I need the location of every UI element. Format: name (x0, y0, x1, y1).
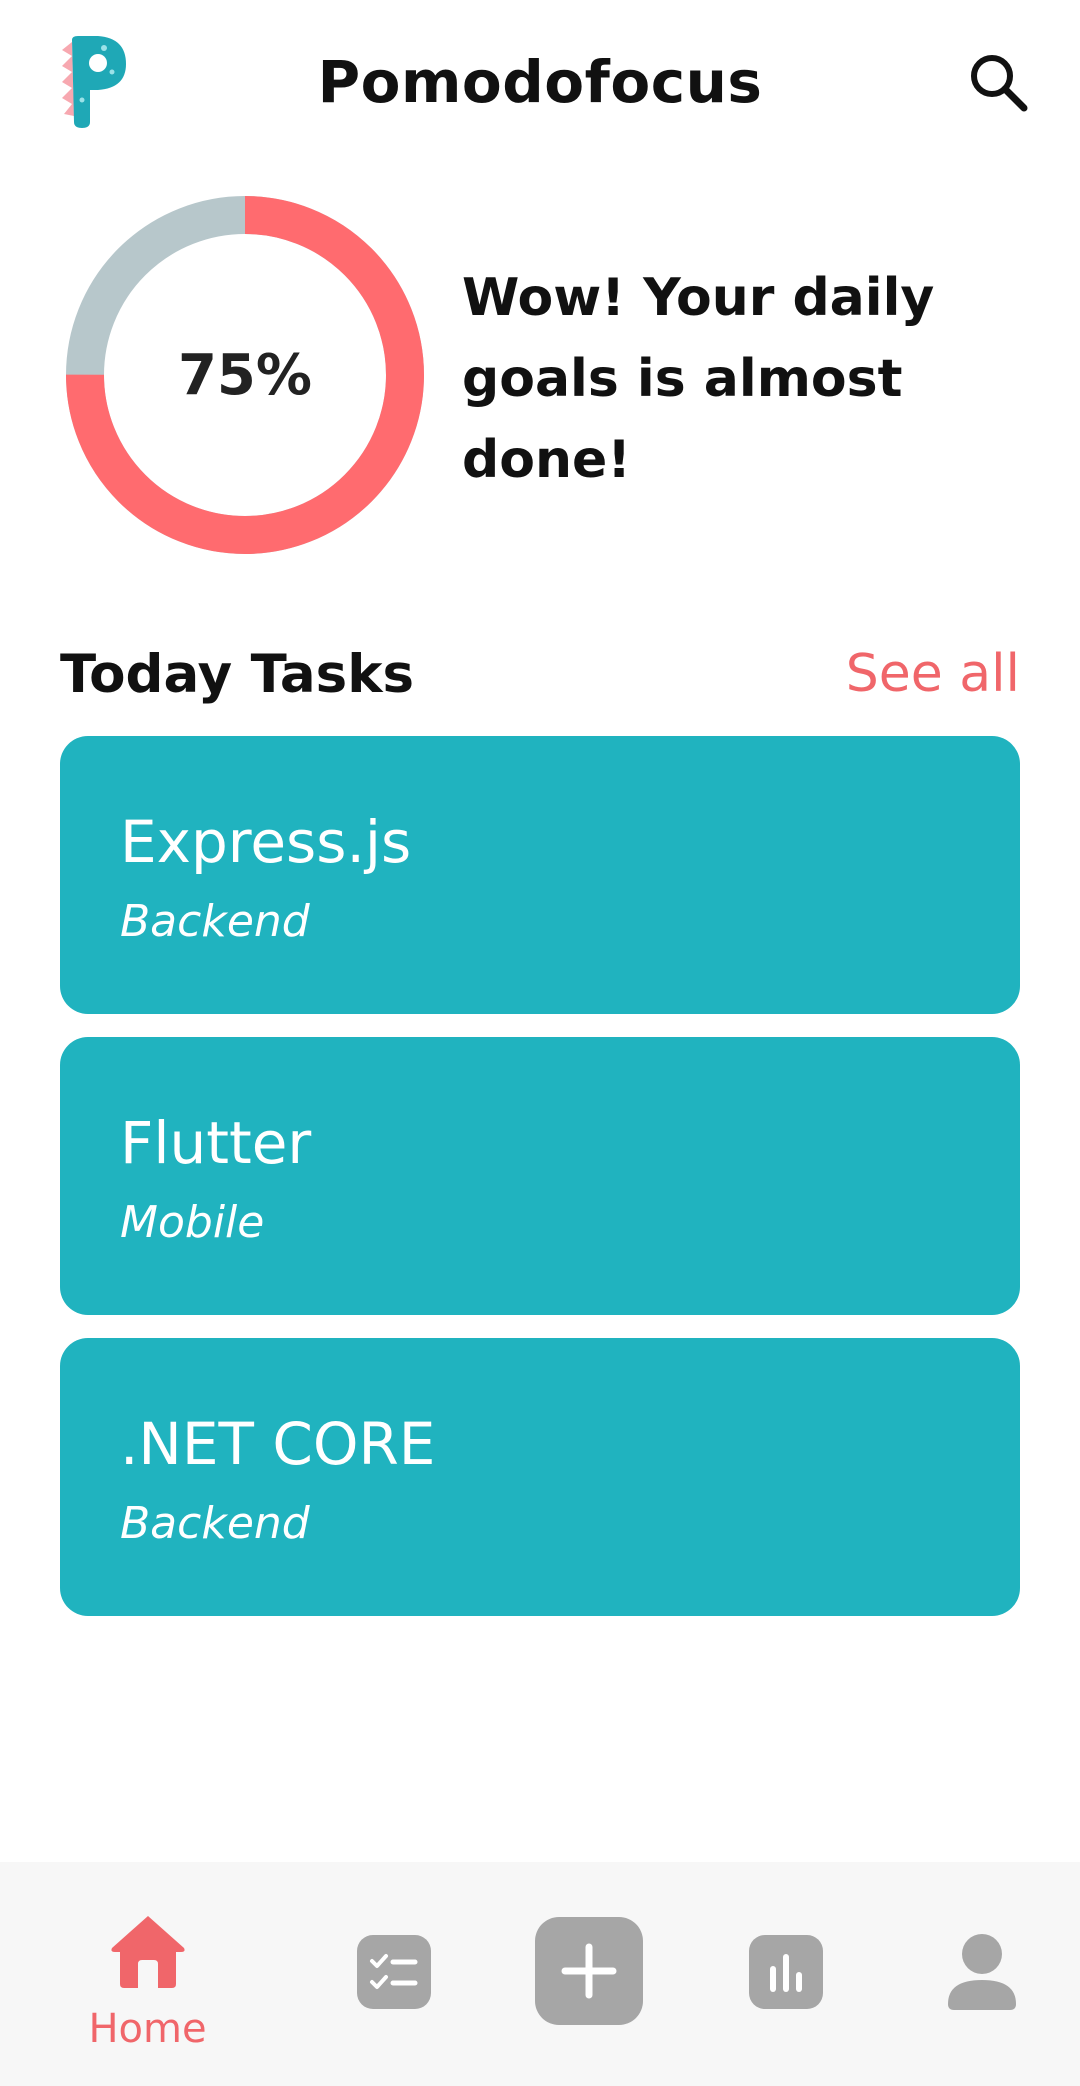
app-title: Pomodofocus (317, 48, 763, 116)
stats-icon (749, 1935, 823, 2009)
task-list-icon (357, 1935, 431, 2009)
task-list: Express.js Backend Flutter Mobile .NET C… (60, 736, 1020, 1639)
task-name: Express.js (120, 808, 412, 876)
add-icon (535, 1917, 643, 2025)
home-icon (111, 1916, 185, 1988)
search-icon[interactable] (966, 50, 1032, 116)
see-all-link[interactable]: See all (846, 644, 1020, 704)
task-card[interactable]: Flutter Mobile (60, 1037, 1020, 1315)
task-name: Flutter (120, 1109, 312, 1177)
nav-tasks[interactable] (357, 1935, 431, 2009)
tasks-header: Today Tasks See all (60, 640, 1020, 720)
nav-home-label: Home (88, 2006, 207, 2052)
goal-message: Wow! Your daily goals is almost done! (462, 268, 935, 490)
task-category: Backend (120, 896, 310, 947)
tasks-title: Today Tasks (60, 644, 415, 705)
profile-icon (948, 1934, 1016, 2010)
app-header: Pomodofocus (0, 0, 1080, 165)
task-category: Backend (120, 1498, 310, 1549)
app-screen: Pomodofocus 75% Wow! Your daily goals is… (0, 0, 1080, 2086)
progress-percent: 75% (177, 342, 313, 408)
task-category: Mobile (120, 1197, 265, 1248)
bottom-navigation: Home (0, 1862, 1080, 2086)
task-name: .NET CORE (120, 1410, 436, 1478)
nav-home[interactable]: Home (80, 1914, 215, 2054)
daily-progress: 75% Wow! Your daily goals is almost done… (0, 180, 1080, 560)
nav-stats[interactable] (749, 1935, 823, 2009)
task-card[interactable]: Express.js Backend (60, 736, 1020, 1014)
task-card[interactable]: .NET CORE Backend (60, 1338, 1020, 1616)
nav-profile[interactable] (948, 1934, 1016, 2010)
nav-add-button[interactable] (535, 1917, 643, 2025)
